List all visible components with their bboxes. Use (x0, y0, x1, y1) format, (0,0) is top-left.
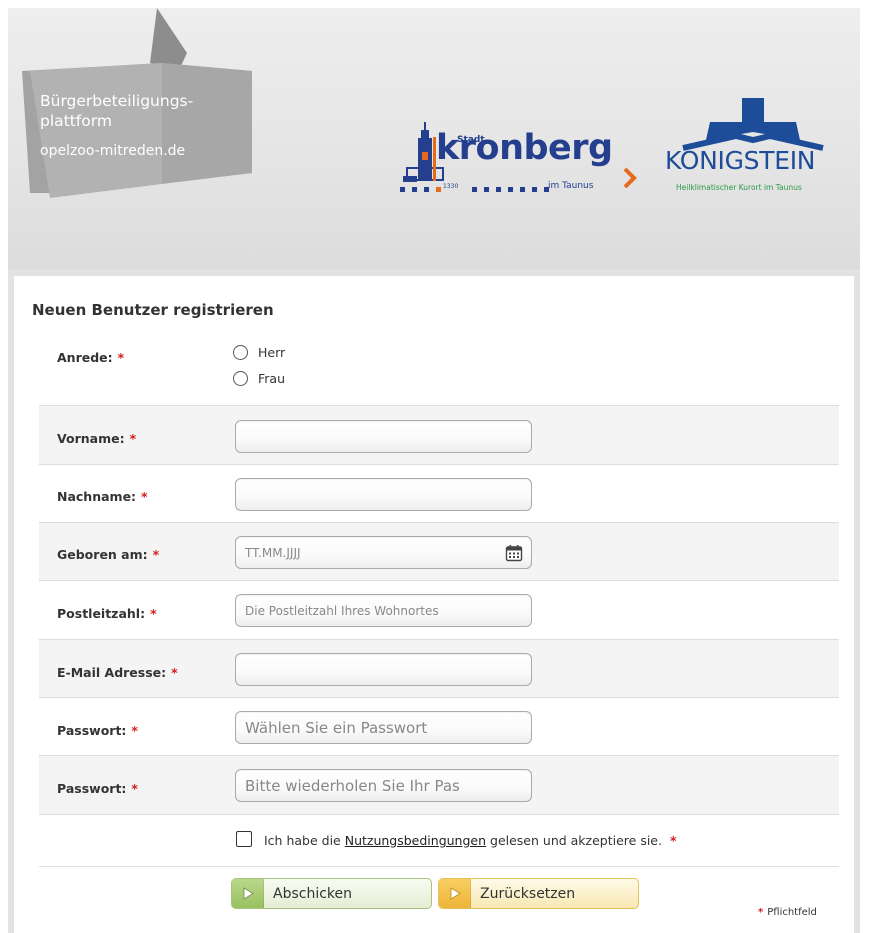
radio-herr[interactable] (233, 345, 248, 360)
required-marker: * (150, 606, 157, 621)
nachname-label-text: Nachname: (57, 489, 137, 504)
terms-link[interactable]: Nutzungsbedingungen (345, 833, 486, 848)
required-marker: * (171, 665, 178, 680)
radio-option-herr[interactable]: Herr (233, 345, 285, 360)
email-label: E-Mail Adresse: * (57, 665, 178, 680)
nachname-input[interactable] (235, 478, 532, 511)
vorname-label: Vorname: * (57, 431, 136, 446)
passwort-repeat-label-text: Passwort: (57, 781, 127, 796)
flag-title-line2: plattform (40, 112, 112, 130)
required-marker: * (117, 350, 125, 365)
koenigstein-subtitle: Heilklimatischer Kurort im Taunus (676, 183, 802, 192)
reset-button-label: Zurücksetzen (480, 885, 576, 902)
required-marker: * (152, 547, 160, 562)
submit-button-label: Abschicken (273, 885, 353, 902)
required-marker: * (129, 431, 137, 446)
plz-input-placeholder: Die Postleitzahl Ihres Wohnortes (245, 603, 439, 618)
flag-title-line1: Bürgerbeteiligungs- (40, 92, 194, 110)
password-repeat-input[interactable]: Bitte wiederholen Sie Ihr Pas (235, 769, 532, 802)
required-marker: * (758, 907, 764, 918)
calendar-icon[interactable] (505, 544, 523, 562)
terms-prefix: Ich habe die (264, 833, 345, 848)
geboren-label: Geboren am: * (57, 547, 159, 562)
anrede-label: Anrede: * (57, 350, 124, 365)
email-label-text: E-Mail Adresse: (57, 665, 167, 680)
nachname-label: Nachname: * (57, 489, 148, 504)
terms-suffix: gelesen und akzeptiere sie. (486, 833, 662, 848)
play-arrow-icon (439, 879, 471, 908)
form-title: Neuen Benutzer registrieren (32, 301, 274, 319)
flag-subtitle: opelzoo-mitreden.de (40, 143, 186, 159)
pflichtfeld-label: Pflichtfeld (767, 907, 817, 918)
password-input[interactable]: Wählen Sie ein Passwort (235, 711, 532, 744)
radio-frau-label: Frau (258, 371, 286, 386)
vorname-input[interactable] (235, 420, 532, 453)
password-repeat-input-placeholder: Bitte wiederholen Sie Ihr Pas (245, 776, 460, 795)
geboren-input[interactable]: TT.MM.JJJJ (235, 536, 532, 569)
chevron-right-icon (623, 167, 637, 189)
reset-button[interactable]: Zurücksetzen (438, 878, 639, 909)
passwort-label: Passwort: * (57, 723, 138, 738)
geboren-label-text: Geboren am: (57, 547, 148, 562)
plz-input[interactable]: Die Postleitzahl Ihres Wohnortes (235, 594, 532, 627)
kronberg-wordmark: kronberg (436, 128, 613, 168)
kronberg-year: 1330 (443, 183, 459, 190)
geboren-input-placeholder: TT.MM.JJJJ (245, 545, 301, 560)
anrede-label-text: Anrede: (57, 350, 113, 365)
play-arrow-icon (232, 879, 264, 908)
passwort-label-text: Passwort: (57, 723, 127, 738)
email-input[interactable] (235, 653, 532, 686)
terms-text: Ich habe die Nutzungsbedingungen gelesen… (264, 833, 677, 848)
submit-button[interactable]: Abschicken (231, 878, 432, 909)
plz-label-text: Postleitzahl: (57, 606, 146, 621)
required-marker: * (669, 833, 677, 848)
vorname-label-text: Vorname: (57, 431, 125, 446)
kronberg-stadt: Stadt (457, 135, 485, 145)
passwort-repeat-label: Passwort: * (57, 781, 138, 796)
koenigstein-wordmark: KÖNIGSTEIN (665, 146, 816, 175)
terms-checkbox[interactable] (236, 831, 252, 847)
kronberg-region: im Taunus (548, 181, 594, 191)
plz-label: Postleitzahl: * (57, 606, 157, 621)
radio-frau[interactable] (233, 371, 248, 386)
required-marker: * (141, 489, 148, 504)
required-marker: * (131, 723, 138, 738)
row-anrede: Anrede: * (39, 334, 839, 406)
required-field-note: * Pflichtfeld (758, 907, 817, 918)
radio-herr-label: Herr (258, 345, 286, 360)
radio-option-frau[interactable]: Frau (233, 371, 285, 386)
required-marker: * (131, 781, 138, 796)
password-input-placeholder: Wählen Sie ein Passwort (245, 718, 428, 737)
